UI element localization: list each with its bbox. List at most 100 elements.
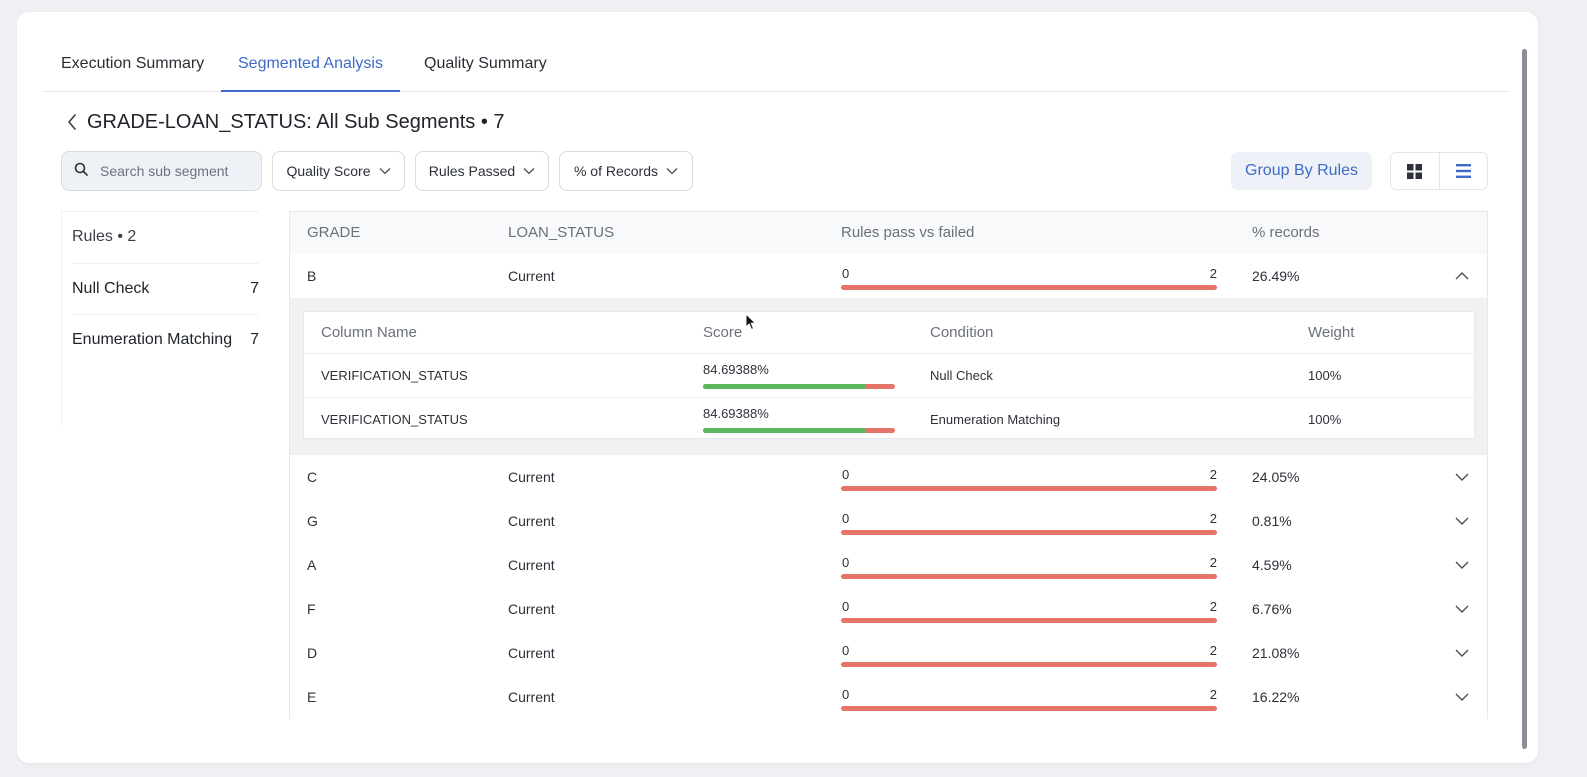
- tab-execution-summary[interactable]: Execution Summary: [44, 12, 221, 91]
- loan-status-cell: Current: [508, 268, 555, 284]
- grade-cell: F: [307, 601, 316, 617]
- chevron-down-icon[interactable]: [1453, 688, 1471, 706]
- total-count: 2: [1209, 687, 1217, 702]
- column-header-loan-status[interactable]: LOAN_STATUS: [508, 212, 614, 254]
- table-row[interactable]: A Current 0 2 4.59%: [290, 543, 1487, 588]
- loan-status-cell: Current: [508, 469, 555, 485]
- percent-records-cell: 6.76%: [1252, 601, 1292, 617]
- chevron-down-icon[interactable]: [1453, 600, 1471, 618]
- column-header-rules-pass-vs-failed[interactable]: Rules pass vs failed: [841, 212, 974, 254]
- filter-label: % of Records: [573, 163, 659, 179]
- score-fill: [703, 384, 866, 389]
- loan-status-cell: Current: [508, 513, 555, 529]
- percent-records-filter[interactable]: % of Records: [559, 151, 693, 191]
- score-value: 84.69388%: [703, 406, 769, 421]
- rule-count: 7: [250, 331, 259, 348]
- rules-pass-bar: 0 2: [841, 511, 1217, 535]
- back-chevron-icon[interactable]: [61, 111, 83, 133]
- grid-view-button[interactable]: [1391, 153, 1439, 189]
- search-input[interactable]: [98, 162, 252, 180]
- table-row[interactable]: C Current 0 2 24.05%: [290, 455, 1487, 500]
- group-by-rules-button[interactable]: Group By Rules: [1231, 152, 1372, 190]
- passed-count: 0: [842, 643, 850, 658]
- table-row[interactable]: G Current 0 2 0.81%: [290, 499, 1487, 544]
- total-count: 2: [1209, 555, 1217, 570]
- chevron-down-icon[interactable]: [1453, 468, 1471, 486]
- detail-header-weight: Weight: [1308, 324, 1355, 341]
- list-icon: [1455, 164, 1471, 178]
- grade-cell: B: [307, 268, 317, 284]
- passed-count: 0: [842, 599, 850, 614]
- main-card: Execution Summary Segmented Analysis Qua…: [17, 12, 1538, 763]
- row-detail-panel: Column Name Score Condition Weight VERIF…: [290, 298, 1487, 456]
- fail-track: [841, 662, 1217, 667]
- fail-track: [841, 285, 1217, 290]
- passed-count: 0: [842, 555, 850, 570]
- detail-weight: 100%: [1308, 412, 1342, 427]
- table-row[interactable]: B Current 0 2 26.49%: [290, 254, 1487, 299]
- rule-label: Null Check: [72, 280, 150, 297]
- score-track: [703, 428, 895, 433]
- search-box[interactable]: [61, 151, 262, 191]
- score-bar: 84.69388%: [703, 406, 895, 434]
- rules-heading: Rules • 2: [72, 228, 137, 245]
- mouse-pointer-icon: [745, 313, 757, 331]
- score-track: [703, 384, 895, 389]
- total-count: 2: [1209, 467, 1217, 482]
- table-row[interactable]: E Current 0 2 16.22%: [290, 675, 1487, 719]
- rule-count: 7: [250, 280, 259, 297]
- tab-segmented-analysis[interactable]: Segmented Analysis: [221, 12, 400, 92]
- search-icon: [74, 162, 88, 181]
- quality-score-filter[interactable]: Quality Score: [272, 151, 405, 191]
- total-count: 2: [1209, 643, 1217, 658]
- fail-track: [841, 618, 1217, 623]
- chevron-down-icon[interactable]: [1453, 556, 1471, 574]
- table-row[interactable]: D Current 0 2 21.08%: [290, 631, 1487, 676]
- fail-track: [841, 486, 1217, 491]
- scrollbar[interactable]: [1522, 49, 1527, 749]
- page-title: GRADE-LOAN_STATUS: All Sub Segments • 7: [87, 110, 505, 133]
- rules-pass-bar: 0 2: [841, 467, 1217, 491]
- column-header-percent-records[interactable]: % records: [1252, 212, 1320, 254]
- rule-label: Enumeration Matching: [72, 331, 233, 348]
- detail-row: VERIFICATION_STATUS 84.69388% Null Check…: [304, 353, 1474, 398]
- passed-count: 0: [842, 467, 850, 482]
- total-count: 2: [1209, 266, 1217, 281]
- total-count: 2: [1209, 599, 1217, 614]
- fail-track: [841, 574, 1217, 579]
- detail-column-name: VERIFICATION_STATUS: [321, 412, 468, 427]
- detail-condition: Null Check: [930, 368, 993, 383]
- loan-status-cell: Current: [508, 645, 555, 661]
- chevron-down-icon[interactable]: [1453, 644, 1471, 662]
- chevron-down-icon: [666, 168, 678, 175]
- chevron-up-icon[interactable]: [1453, 267, 1471, 285]
- loan-status-cell: Current: [508, 601, 555, 617]
- detail-header-score: Score: [703, 324, 743, 341]
- fail-track: [841, 706, 1217, 711]
- column-header-grade[interactable]: GRADE: [307, 212, 360, 254]
- tab-bar: Execution Summary Segmented Analysis Qua…: [44, 12, 1508, 92]
- table-header: GRADE LOAN_STATUS Rules pass vs failed %…: [290, 212, 1487, 255]
- grade-cell: A: [307, 557, 317, 573]
- grade-cell: C: [307, 469, 318, 485]
- rules-pass-bar: 0 2: [841, 643, 1217, 667]
- score-bar: 84.69388%: [703, 362, 895, 390]
- rules-panel: Rules • 2 Null Check 7 Enumeration Match…: [61, 211, 259, 425]
- percent-records-cell: 0.81%: [1252, 513, 1292, 529]
- rule-item-enumeration-matching[interactable]: Enumeration Matching 7: [72, 314, 259, 365]
- detail-header-condition: Condition: [930, 324, 994, 341]
- detail-column-name: VERIFICATION_STATUS: [321, 368, 468, 383]
- loan-status-cell: Current: [508, 689, 555, 705]
- fail-track: [841, 530, 1217, 535]
- passed-count: 0: [842, 687, 850, 702]
- rules-passed-filter[interactable]: Rules Passed: [415, 151, 549, 191]
- detail-weight: 100%: [1308, 368, 1342, 383]
- detail-table: Column Name Score Condition Weight VERIF…: [303, 311, 1475, 439]
- chevron-down-icon[interactable]: [1453, 512, 1471, 530]
- total-count: 2: [1209, 511, 1217, 526]
- rules-pass-bar: 0 2: [841, 599, 1217, 623]
- list-view-button[interactable]: [1438, 153, 1488, 189]
- rule-item-null-check[interactable]: Null Check 7: [72, 263, 259, 314]
- tab-quality-summary[interactable]: Quality Summary: [407, 12, 564, 91]
- table-row[interactable]: F Current 0 2 6.76%: [290, 587, 1487, 632]
